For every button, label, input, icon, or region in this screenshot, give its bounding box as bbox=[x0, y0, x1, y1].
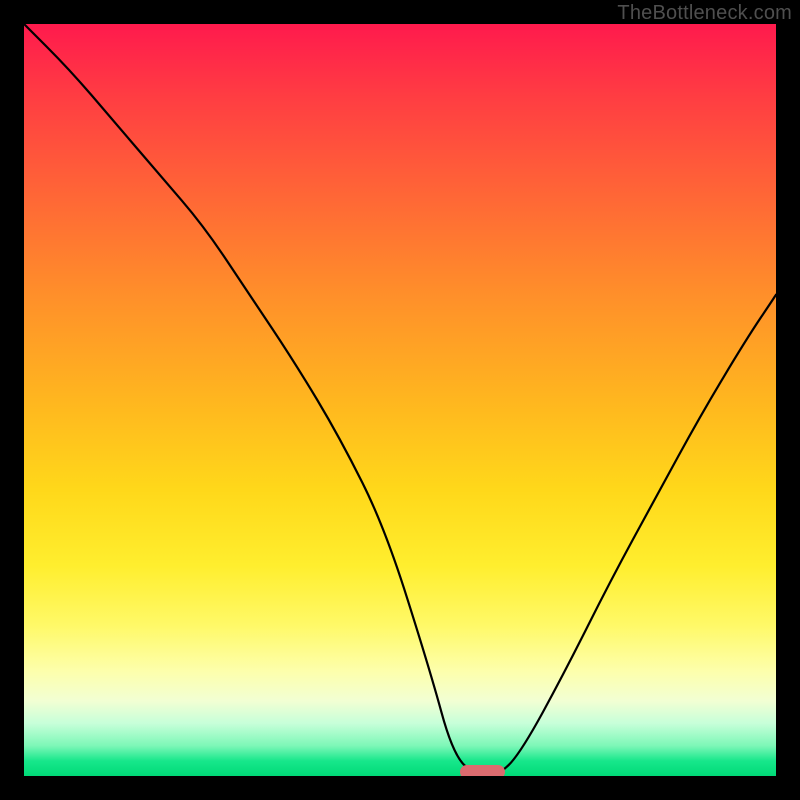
heat-gradient-background bbox=[24, 24, 776, 776]
watermark-text: TheBottleneck.com bbox=[617, 2, 792, 25]
plot-area bbox=[24, 24, 776, 776]
chart-frame: TheBottleneck.com bbox=[0, 0, 800, 800]
